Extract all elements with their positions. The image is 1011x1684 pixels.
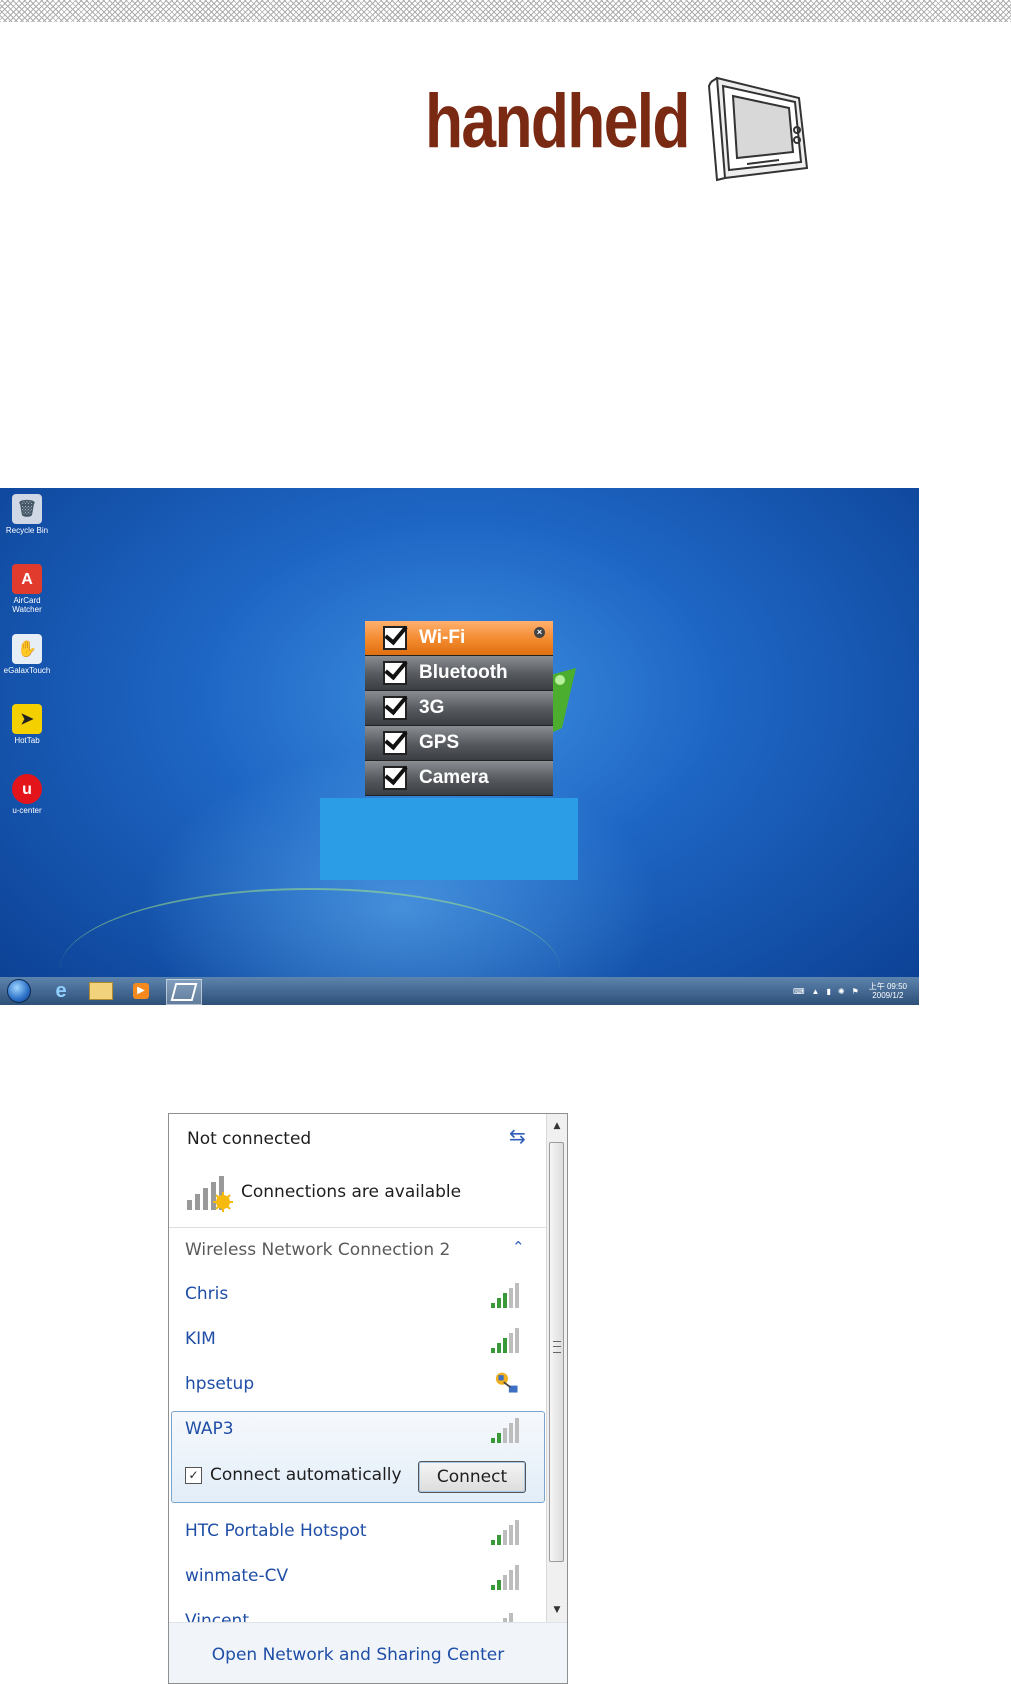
network-item-hpsetup[interactable]: hpsetup — [185, 1374, 254, 1394]
signal-strength-icon — [491, 1327, 525, 1353]
connect-automatically-checkbox[interactable]: ✓ — [185, 1466, 202, 1484]
network-available-icon — [187, 1176, 233, 1212]
checkbox-icon[interactable] — [383, 696, 407, 720]
menu-item-label: Bluetooth — [419, 662, 508, 683]
recycle-bin-icon: 🗑 — [12, 494, 42, 524]
action-center-flag-icon[interactable]: ⚑ — [852, 987, 859, 996]
divider — [169, 1227, 547, 1228]
network-item-htc-hotspot[interactable]: HTC Portable Hotspot — [185, 1521, 367, 1541]
desktop-icon-hottab[interactable]: ➤ HotTab — [0, 704, 54, 745]
desktop-icon-egalaxtouch[interactable]: ✋ eGalaxTouch — [0, 634, 54, 675]
scrollbar-thumb[interactable] — [549, 1142, 564, 1562]
group-title: Wireless Network Connection 2 — [185, 1240, 451, 1260]
connect-automatically-label: Connect automatically — [210, 1465, 402, 1485]
decorative-top-band — [0, 0, 1011, 22]
menu-item-3g[interactable]: 3G — [365, 691, 553, 726]
checkbox-icon[interactable] — [383, 661, 407, 685]
taskbar: e ▶ ⌨ ▲ ▮ ✺ ⚑ 上午 09:50 2009/1/2 — [0, 977, 919, 1005]
desktop-icon-ucenter[interactable]: u u-center — [0, 774, 54, 815]
desktop-icon-label: eGalaxTouch — [3, 666, 51, 675]
adhoc-network-icon — [495, 1372, 518, 1393]
wireless-networks-panel: Not connected ⇆ Connections are availabl… — [168, 1113, 568, 1684]
checkbox-icon[interactable] — [383, 766, 407, 790]
desktop-icon-aircard[interactable]: A AirCard Watcher — [0, 564, 54, 614]
menu-item-wifi[interactable]: Wi-Fi × — [365, 621, 553, 656]
scroll-up-arrow-icon[interactable]: ▲ — [547, 1116, 567, 1136]
windows-orb-icon — [7, 979, 31, 1003]
refresh-icon[interactable]: ⇆ — [509, 1124, 526, 1148]
desktop-icon-label: HotTab — [14, 736, 40, 745]
start-button[interactable] — [2, 979, 36, 1003]
network-item-chris[interactable]: Chris — [185, 1284, 228, 1304]
connection-status: Not connected — [187, 1129, 312, 1149]
network-item-wap3[interactable]: WAP3 — [185, 1419, 234, 1439]
menu-item-label: 3G — [419, 697, 445, 718]
network-icon[interactable]: ✺ — [838, 987, 845, 996]
menu-item-label: GPS — [419, 732, 460, 753]
availability-text: Connections are available — [241, 1182, 462, 1202]
egalax-icon: ✋ — [12, 634, 42, 664]
desktop-icon-recycle-bin[interactable]: 🗑 Recycle Bin — [0, 494, 54, 535]
menu-item-label: Wi-Fi — [419, 627, 466, 648]
network-item-kim[interactable]: KIM — [185, 1329, 216, 1349]
scroll-down-arrow-icon[interactable]: ▼ — [547, 1600, 567, 1620]
network-item-winmate-cv[interactable]: winmate-CV — [185, 1566, 288, 1586]
connect-button[interactable]: Connect — [418, 1461, 526, 1493]
ucenter-icon: u — [12, 774, 42, 804]
connect-automatically-row[interactable]: ✓ Connect automatically — [185, 1465, 402, 1485]
menu-item-camera[interactable]: Camera — [365, 761, 553, 796]
close-icon[interactable]: × — [534, 627, 545, 638]
windows-desktop: 🗑 Recycle Bin A AirCard Watcher ✋ eGalax… — [0, 488, 919, 1005]
desktop-icon-label: AirCard Watcher — [12, 596, 42, 614]
desktop-icon-label: Recycle Bin — [5, 526, 49, 535]
checkbox-icon[interactable] — [383, 626, 407, 650]
highlight-rectangle — [320, 798, 578, 880]
availability-row: Connections are available — [185, 1172, 461, 1212]
explorer-folder-icon[interactable] — [84, 979, 118, 1003]
system-tray: ⌨ ▲ ▮ ✺ ⚑ 上午 09:50 2009/1/2 — [786, 977, 907, 1005]
open-network-sharing-center-link[interactable]: Open Network and Sharing Center — [169, 1645, 547, 1665]
aircard-icon: A — [12, 564, 42, 594]
internet-explorer-icon[interactable]: e — [44, 979, 78, 1003]
keyboard-icon[interactable]: ⌨ — [793, 987, 805, 996]
taskbar-clock[interactable]: 上午 09:50 2009/1/2 — [869, 982, 907, 1000]
battery-icon[interactable]: ▮ — [826, 987, 830, 996]
signal-strength-icon — [491, 1564, 525, 1590]
clock-date: 2009/1/2 — [872, 991, 904, 1000]
signal-strength-icon — [491, 1417, 525, 1443]
menu-item-label: Camera — [419, 767, 489, 788]
signal-strength-icon — [491, 1282, 525, 1308]
handheld-logo: handheld — [425, 72, 815, 187]
grip-icon — [553, 1341, 561, 1353]
hottab-icon: ➤ — [12, 704, 42, 734]
checkbox-icon[interactable] — [383, 731, 407, 755]
panel-footer: Open Network and Sharing Center — [169, 1622, 567, 1683]
hottab-taskbar-icon[interactable] — [166, 979, 202, 1005]
logo-text: handheld — [425, 79, 690, 164]
desktop-icon-label: u-center — [12, 806, 42, 815]
scrollbar[interactable]: ▲ ▼ — [546, 1114, 567, 1622]
rugged-tablet-icon — [707, 76, 809, 182]
menu-item-gps[interactable]: GPS — [365, 726, 553, 761]
clock-time: 上午 09:50 — [868, 982, 907, 991]
media-player-icon[interactable]: ▶ — [124, 979, 158, 1003]
signal-strength-icon — [491, 1519, 525, 1545]
show-hidden-icons-icon[interactable]: ▲ — [812, 987, 820, 996]
hottab-device-menu: Wi-Fi × Bluetooth 3G GPS Camera — [365, 621, 553, 798]
menu-item-bluetooth[interactable]: Bluetooth — [365, 656, 553, 691]
collapse-chevron-icon[interactable]: ⌃ — [512, 1238, 525, 1256]
